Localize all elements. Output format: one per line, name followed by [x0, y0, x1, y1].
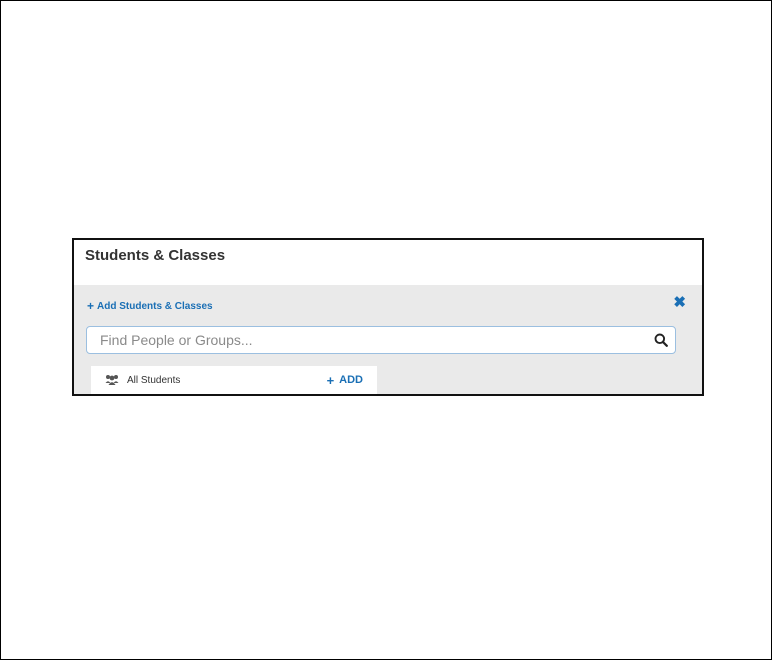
- search-icon[interactable]: [647, 333, 675, 347]
- page-frame: Students & Classes + Add Students & Clas…: [0, 0, 772, 660]
- add-students-classes-link[interactable]: + Add Students & Classes: [87, 300, 213, 312]
- add-students-classes-label: Add Students & Classes: [97, 300, 213, 312]
- students-classes-panel: Students & Classes + Add Students & Clas…: [72, 238, 704, 396]
- result-label: All Students: [127, 374, 181, 386]
- panel-body: + Add Students & Classes ✖ Find People o…: [74, 285, 702, 394]
- plus-icon: +: [326, 372, 335, 388]
- add-all-students-button[interactable]: + ADD: [327, 366, 363, 394]
- panel-header: Students & Classes: [74, 240, 702, 285]
- add-button-label: ADD: [339, 374, 363, 386]
- users-icon: [105, 374, 119, 386]
- panel-title: Students & Classes: [85, 247, 226, 264]
- result-item-all-students: All Students + ADD: [91, 366, 377, 394]
- search-input[interactable]: [87, 327, 647, 353]
- plus-icon: +: [87, 299, 95, 313]
- search-box: [86, 326, 676, 354]
- close-icon[interactable]: ✖: [673, 295, 686, 310]
